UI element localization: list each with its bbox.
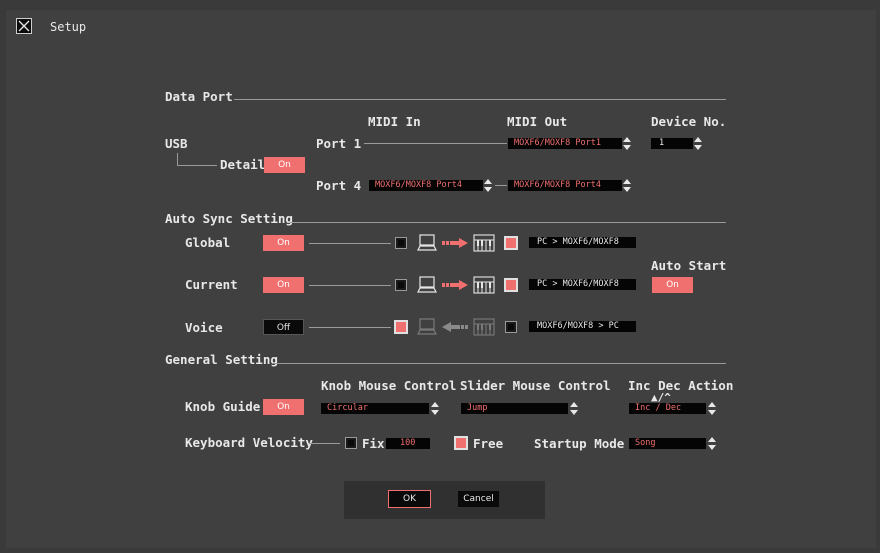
arrow-right-icon bbox=[442, 238, 468, 248]
device-no-spinner[interactable] bbox=[694, 137, 702, 150]
global-connector bbox=[309, 243, 391, 244]
setup-window: Setup Data Port MIDI In MIDI Out Device … bbox=[6, 10, 876, 548]
general-rule bbox=[272, 363, 726, 364]
voice-label: Voice bbox=[185, 320, 223, 335]
fix-checkbox[interactable] bbox=[345, 437, 357, 449]
voice-direction: MOXF6/MOXF8 > PC bbox=[529, 321, 636, 332]
computer-icon bbox=[417, 276, 437, 293]
free-checkbox[interactable] bbox=[454, 436, 468, 450]
slider-mouse-spinner[interactable] bbox=[570, 402, 578, 415]
port1-connector bbox=[364, 143, 507, 144]
keyboard-velocity-label: Keyboard Velocity bbox=[185, 435, 313, 450]
arrow-left-icon bbox=[442, 322, 468, 332]
cancel-button[interactable]: Cancel bbox=[458, 491, 499, 507]
slider-mouse-header: Slider Mouse Control bbox=[460, 378, 611, 393]
slider-mouse-select[interactable]: Jump bbox=[461, 403, 568, 414]
window-title: Setup bbox=[50, 20, 87, 34]
knob-guide-label: Knob Guide bbox=[185, 399, 261, 414]
usb-tree-line bbox=[177, 153, 178, 165]
auto-start-toggle[interactable]: On bbox=[652, 277, 693, 293]
data-port-section-title: Data Port bbox=[165, 89, 233, 104]
computer-icon bbox=[417, 318, 437, 335]
auto-sync-rule bbox=[290, 222, 726, 223]
voice-pc-checkbox[interactable] bbox=[394, 320, 408, 334]
midi-in-header: MIDI In bbox=[368, 114, 421, 129]
port4-midi-out-select[interactable]: MOXF6/MOXF8 Port4 bbox=[508, 180, 622, 191]
arrow-right-icon bbox=[442, 280, 468, 290]
knob-mouse-spinner[interactable] bbox=[431, 402, 439, 415]
device-no-select[interactable]: 1 bbox=[651, 138, 693, 149]
global-pc-checkbox[interactable] bbox=[395, 237, 407, 249]
startup-mode-select[interactable]: Song bbox=[629, 438, 706, 449]
inc-dec-select[interactable]: Inc / Dec bbox=[629, 403, 706, 414]
computer-icon bbox=[417, 234, 437, 251]
velocity-connector bbox=[310, 443, 340, 444]
keyboard-icon bbox=[473, 276, 495, 294]
device-no-header: Device No. bbox=[651, 114, 727, 129]
knob-mouse-select[interactable]: Circular bbox=[321, 403, 429, 414]
current-pc-checkbox[interactable] bbox=[395, 279, 407, 291]
usb-label: USB bbox=[165, 136, 188, 151]
dialog-footer bbox=[344, 481, 545, 519]
general-section-title: General Setting bbox=[165, 352, 278, 367]
port4-label: Port 4 bbox=[316, 178, 362, 193]
inc-dec-spinner[interactable] bbox=[708, 402, 716, 415]
auto-sync-section-title: Auto Sync Setting bbox=[165, 211, 293, 226]
global-label: Global bbox=[185, 235, 231, 250]
ok-button[interactable]: OK bbox=[388, 490, 431, 508]
current-toggle[interactable]: On bbox=[263, 277, 304, 293]
midi-out-header: MIDI Out bbox=[507, 114, 568, 129]
knob-mouse-header: Knob Mouse Control bbox=[321, 378, 457, 393]
knob-guide-toggle[interactable]: On bbox=[263, 399, 304, 415]
port4-midi-out-spinner[interactable] bbox=[623, 179, 631, 192]
port1-midi-out-select[interactable]: MOXF6/MOXF8 Port1 bbox=[508, 138, 622, 149]
keyboard-icon bbox=[473, 318, 495, 336]
fix-value-field[interactable]: 100 bbox=[386, 438, 430, 449]
port4-midi-in-select[interactable]: MOXF6/MOXF8 Port4 bbox=[369, 180, 483, 191]
startup-mode-spinner[interactable] bbox=[708, 437, 716, 450]
port1-midi-out-spinner[interactable] bbox=[623, 137, 631, 150]
startup-mode-label: Startup Mode bbox=[534, 436, 625, 451]
usb-tree-branch bbox=[177, 165, 217, 166]
voice-connector bbox=[309, 327, 391, 328]
detail-label: Detail bbox=[220, 157, 266, 172]
port1-label: Port 1 bbox=[316, 136, 362, 151]
voice-instrument-checkbox[interactable] bbox=[505, 321, 517, 333]
global-direction: PC > MOXF6/MOXF8 bbox=[529, 237, 636, 248]
free-label: Free bbox=[473, 436, 504, 451]
inc-dec-header: Inc Dec Action bbox=[628, 378, 734, 393]
close-icon[interactable] bbox=[16, 18, 32, 34]
auto-start-label: Auto Start bbox=[651, 258, 727, 273]
detail-toggle[interactable]: On bbox=[264, 157, 305, 173]
port4-connector bbox=[495, 185, 507, 186]
current-connector bbox=[309, 285, 391, 286]
global-toggle[interactable]: On bbox=[263, 235, 304, 251]
port4-midi-in-spinner[interactable] bbox=[484, 179, 492, 192]
current-direction: PC > MOXF6/MOXF8 bbox=[529, 279, 636, 290]
voice-toggle[interactable]: Off bbox=[263, 319, 304, 335]
data-port-rule bbox=[234, 99, 726, 100]
fix-label: Fix bbox=[362, 436, 385, 451]
current-label: Current bbox=[185, 277, 238, 292]
current-instrument-checkbox[interactable] bbox=[504, 278, 518, 292]
keyboard-icon bbox=[473, 234, 495, 252]
global-instrument-checkbox[interactable] bbox=[504, 236, 518, 250]
